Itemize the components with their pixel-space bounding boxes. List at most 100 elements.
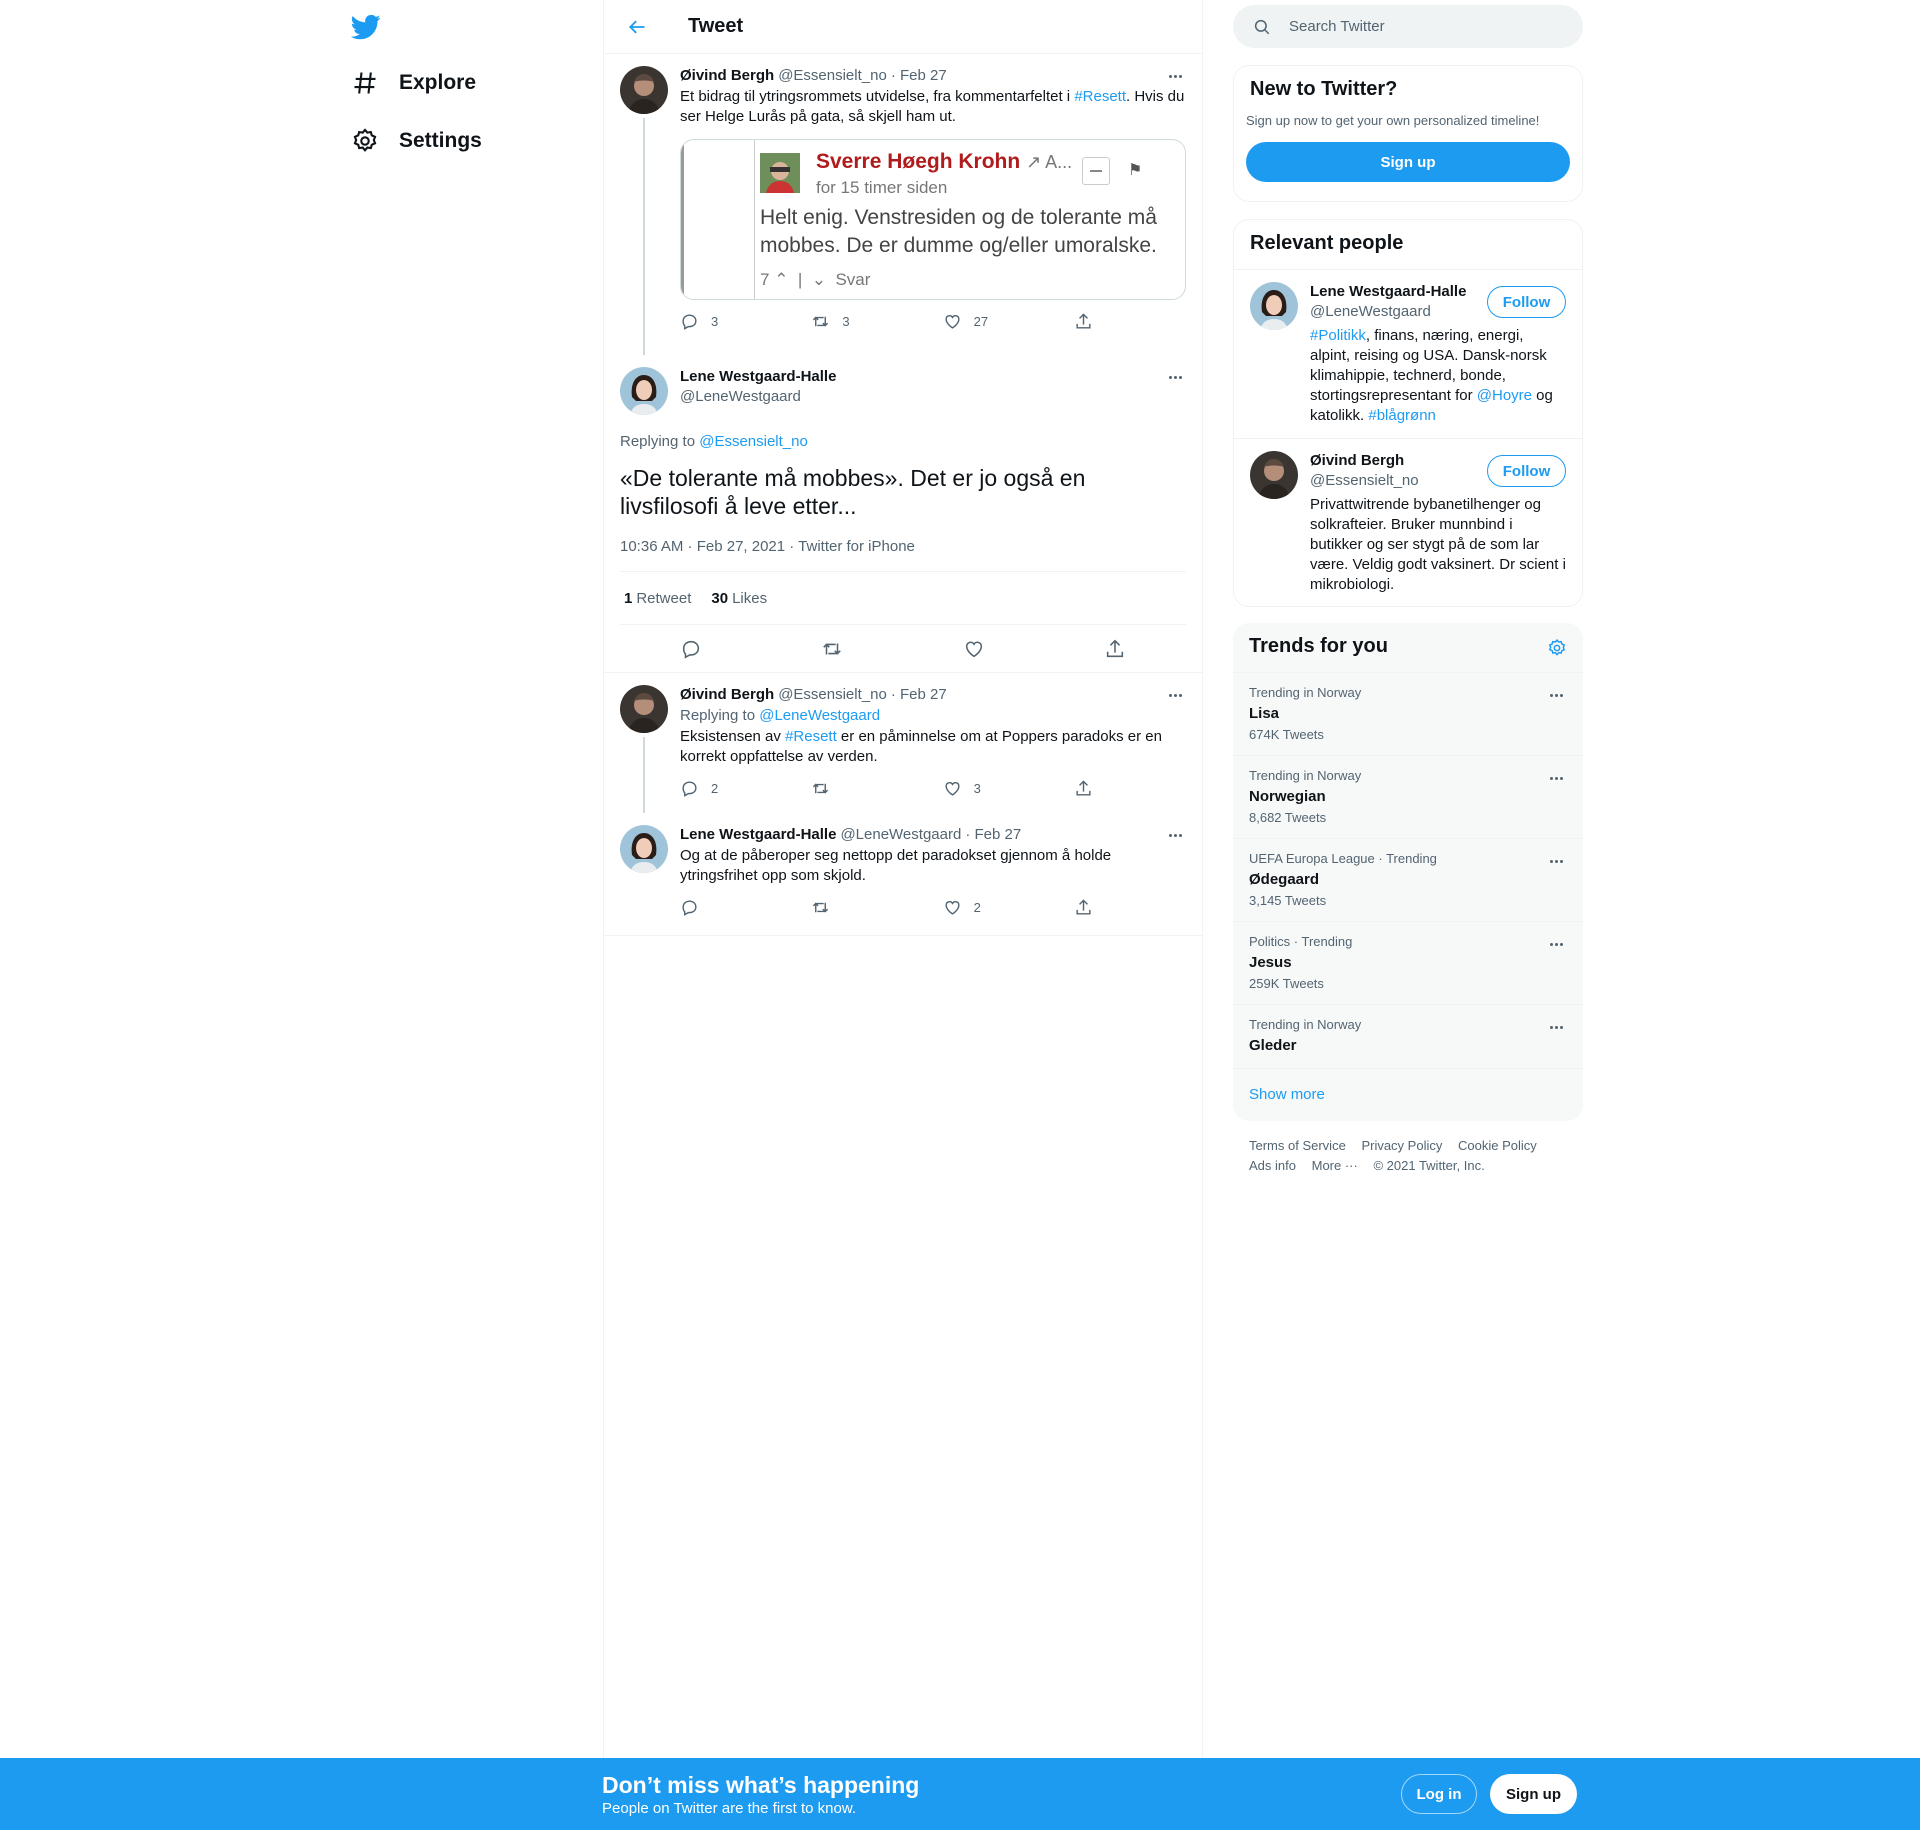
embedded-image[interactable]: Sverre Høegh Krohn ↗ A... for 15 timer s… bbox=[680, 139, 1186, 300]
footer: Terms of Service Privacy Policy Cookie P… bbox=[1249, 1136, 1579, 1176]
follow-button[interactable]: Follow bbox=[1487, 286, 1566, 318]
trend-context: Trending in Norway bbox=[1249, 685, 1362, 700]
trend-name: Lisa bbox=[1249, 705, 1280, 722]
back-arrow-icon[interactable] bbox=[620, 10, 654, 44]
reply-tweet[interactable]: Lene Westgaard-Halle @LeneWestgaard · Fe… bbox=[604, 813, 1202, 936]
replying-to-link[interactable]: @LeneWestgaard bbox=[759, 707, 880, 724]
more-options-icon[interactable] bbox=[1545, 934, 1567, 954]
author-handle[interactable]: @Essensielt_no bbox=[778, 66, 887, 86]
retweet-stat[interactable]: 1 Retweet bbox=[624, 590, 691, 607]
follow-button[interactable]: Follow bbox=[1487, 455, 1566, 487]
more-options-icon[interactable] bbox=[1545, 851, 1567, 871]
embed-votes: 7 bbox=[760, 270, 770, 289]
footer-link[interactable]: Ads info bbox=[1249, 1158, 1296, 1173]
reply-button[interactable] bbox=[680, 898, 811, 917]
author-handle[interactable]: @LeneWestgaard bbox=[840, 825, 961, 845]
avatar[interactable] bbox=[620, 66, 668, 114]
tweet-text: Eksistensen av #Resett er en påminnelse … bbox=[680, 727, 1186, 767]
footer-link[interactable]: More ··· bbox=[1312, 1158, 1358, 1173]
replying-to-link[interactable]: @Essensielt_no bbox=[699, 433, 808, 450]
avatar[interactable] bbox=[620, 825, 668, 873]
reply-count: 3 bbox=[711, 313, 719, 329]
like-button[interactable]: 3 bbox=[943, 779, 1074, 798]
sign-up-button[interactable]: Sign up bbox=[1246, 142, 1570, 182]
twitter-logo-icon[interactable] bbox=[350, 12, 383, 40]
nav-settings[interactable]: Settings bbox=[351, 121, 482, 161]
share-button[interactable] bbox=[1074, 779, 1105, 798]
bio-hashtag-link[interactable]: #blågrønn bbox=[1368, 407, 1436, 424]
parent-tweet[interactable]: Øivind Bergh @Essensielt_no · Feb 27 Et … bbox=[604, 54, 1202, 355]
avatar[interactable] bbox=[1250, 451, 1298, 499]
more-options-icon[interactable] bbox=[1545, 1017, 1567, 1037]
reply-button[interactable]: 2 bbox=[680, 779, 811, 798]
share-icon[interactable] bbox=[1104, 638, 1126, 660]
retweet-button[interactable]: 3 bbox=[811, 312, 942, 331]
footer-link[interactable]: Cookie Policy bbox=[1458, 1138, 1537, 1153]
footer-link[interactable]: Privacy Policy bbox=[1361, 1138, 1442, 1153]
reply-button[interactable]: 3 bbox=[680, 312, 811, 331]
more-options-icon[interactable] bbox=[1164, 66, 1186, 86]
tweet-date[interactable]: · Feb 27 bbox=[891, 66, 947, 86]
hashtag-icon bbox=[354, 72, 376, 94]
trend-name: Jesus bbox=[1249, 954, 1292, 971]
hashtag-link[interactable]: #Resett bbox=[785, 728, 837, 745]
trend-context: Trending in Norway bbox=[1249, 768, 1362, 783]
bio-hashtag-link[interactable]: #Politikk bbox=[1310, 327, 1366, 344]
footer-link[interactable]: Terms of Service bbox=[1249, 1138, 1346, 1153]
avatar[interactable] bbox=[620, 685, 668, 733]
more-options-icon[interactable] bbox=[1164, 367, 1186, 387]
search-input[interactable]: Search Twitter bbox=[1233, 5, 1583, 48]
person-item[interactable]: Øivind Bergh @Essensielt_no Privattwitre… bbox=[1234, 438, 1582, 606]
trend-context: UEFA Europa League · Trending bbox=[1249, 851, 1437, 866]
reply-tweet[interactable]: Øivind Bergh @Essensielt_no · Feb 27 Rep… bbox=[604, 673, 1202, 813]
more-options-icon[interactable] bbox=[1164, 685, 1186, 705]
trend-item[interactable]: Politics · Trending Jesus 259K Tweets bbox=[1233, 921, 1583, 1004]
retweet-button[interactable] bbox=[811, 898, 942, 917]
focused-tweet: Lene Westgaard-Halle @LeneWestgaard Repl… bbox=[604, 355, 1202, 673]
retweet-icon[interactable] bbox=[821, 638, 843, 660]
like-button[interactable]: 2 bbox=[943, 898, 1074, 917]
likes-stat-label: Likes bbox=[732, 589, 768, 607]
avatar[interactable] bbox=[620, 367, 668, 415]
trend-item[interactable]: Trending in Norway Lisa 674K Tweets bbox=[1233, 672, 1583, 755]
avatar[interactable] bbox=[1250, 282, 1298, 330]
share-button[interactable] bbox=[1074, 312, 1105, 331]
trend-item[interactable]: UEFA Europa League · Trending Ødegaard 3… bbox=[1233, 838, 1583, 921]
gear-icon[interactable] bbox=[1547, 638, 1567, 658]
main-column: Tweet Øivind Bergh @Essensielt_no · Feb … bbox=[603, 0, 1203, 1830]
author-name[interactable]: Lene Westgaard-Halle bbox=[680, 825, 836, 845]
heart-icon[interactable] bbox=[963, 638, 985, 660]
bio-mention-link[interactable]: @Hoyre bbox=[1477, 387, 1532, 404]
likes-stat[interactable]: 30 Likes bbox=[711, 590, 767, 607]
nav-explore-label: Explore bbox=[399, 71, 477, 94]
author-name[interactable]: Øivind Bergh bbox=[680, 66, 774, 86]
author-name[interactable]: Lene Westgaard-Halle bbox=[680, 367, 836, 387]
person-item[interactable]: Lene Westgaard-Halle @LeneWestgaard #Pol… bbox=[1234, 269, 1582, 438]
nav-explore[interactable]: Explore bbox=[351, 63, 476, 103]
author-name[interactable]: Øivind Bergh bbox=[680, 685, 774, 705]
author-handle[interactable]: @Essensielt_no bbox=[778, 685, 887, 705]
like-button[interactable]: 27 bbox=[943, 312, 1074, 331]
more-options-icon[interactable] bbox=[1545, 685, 1567, 705]
reply-icon bbox=[682, 780, 697, 797]
like-count: 3 bbox=[973, 780, 981, 796]
log-in-button[interactable]: Log in bbox=[1401, 1774, 1477, 1814]
more-options-icon[interactable] bbox=[1164, 825, 1186, 845]
heart-icon bbox=[945, 781, 960, 796]
trend-item[interactable]: Trending in Norway Gleder bbox=[1233, 1004, 1583, 1068]
retweet-count: 3 bbox=[842, 313, 850, 329]
card-title: Relevant people bbox=[1250, 232, 1404, 254]
author-handle[interactable]: @LeneWestgaard bbox=[680, 387, 836, 407]
tweet-meta[interactable]: 10:36 AM · Feb 27, 2021 · Twitter for iP… bbox=[620, 538, 1186, 572]
retweet-button[interactable] bbox=[811, 779, 942, 798]
tweet-date[interactable]: · Feb 27 bbox=[891, 685, 947, 705]
more-options-icon[interactable] bbox=[1545, 768, 1567, 788]
sign-up-button[interactable]: Sign up bbox=[1490, 1774, 1577, 1814]
hashtag-link[interactable]: #Resett bbox=[1074, 88, 1126, 105]
share-button[interactable] bbox=[1074, 898, 1105, 917]
embed-author: Sverre Høegh Krohn ↗ A... bbox=[816, 150, 1073, 173]
reply-icon[interactable] bbox=[680, 638, 702, 660]
trend-item[interactable]: Trending in Norway Norwegian 8,682 Tweet… bbox=[1233, 755, 1583, 838]
tweet-date[interactable]: · Feb 27 bbox=[965, 825, 1021, 845]
show-more-link[interactable]: Show more bbox=[1233, 1068, 1583, 1121]
